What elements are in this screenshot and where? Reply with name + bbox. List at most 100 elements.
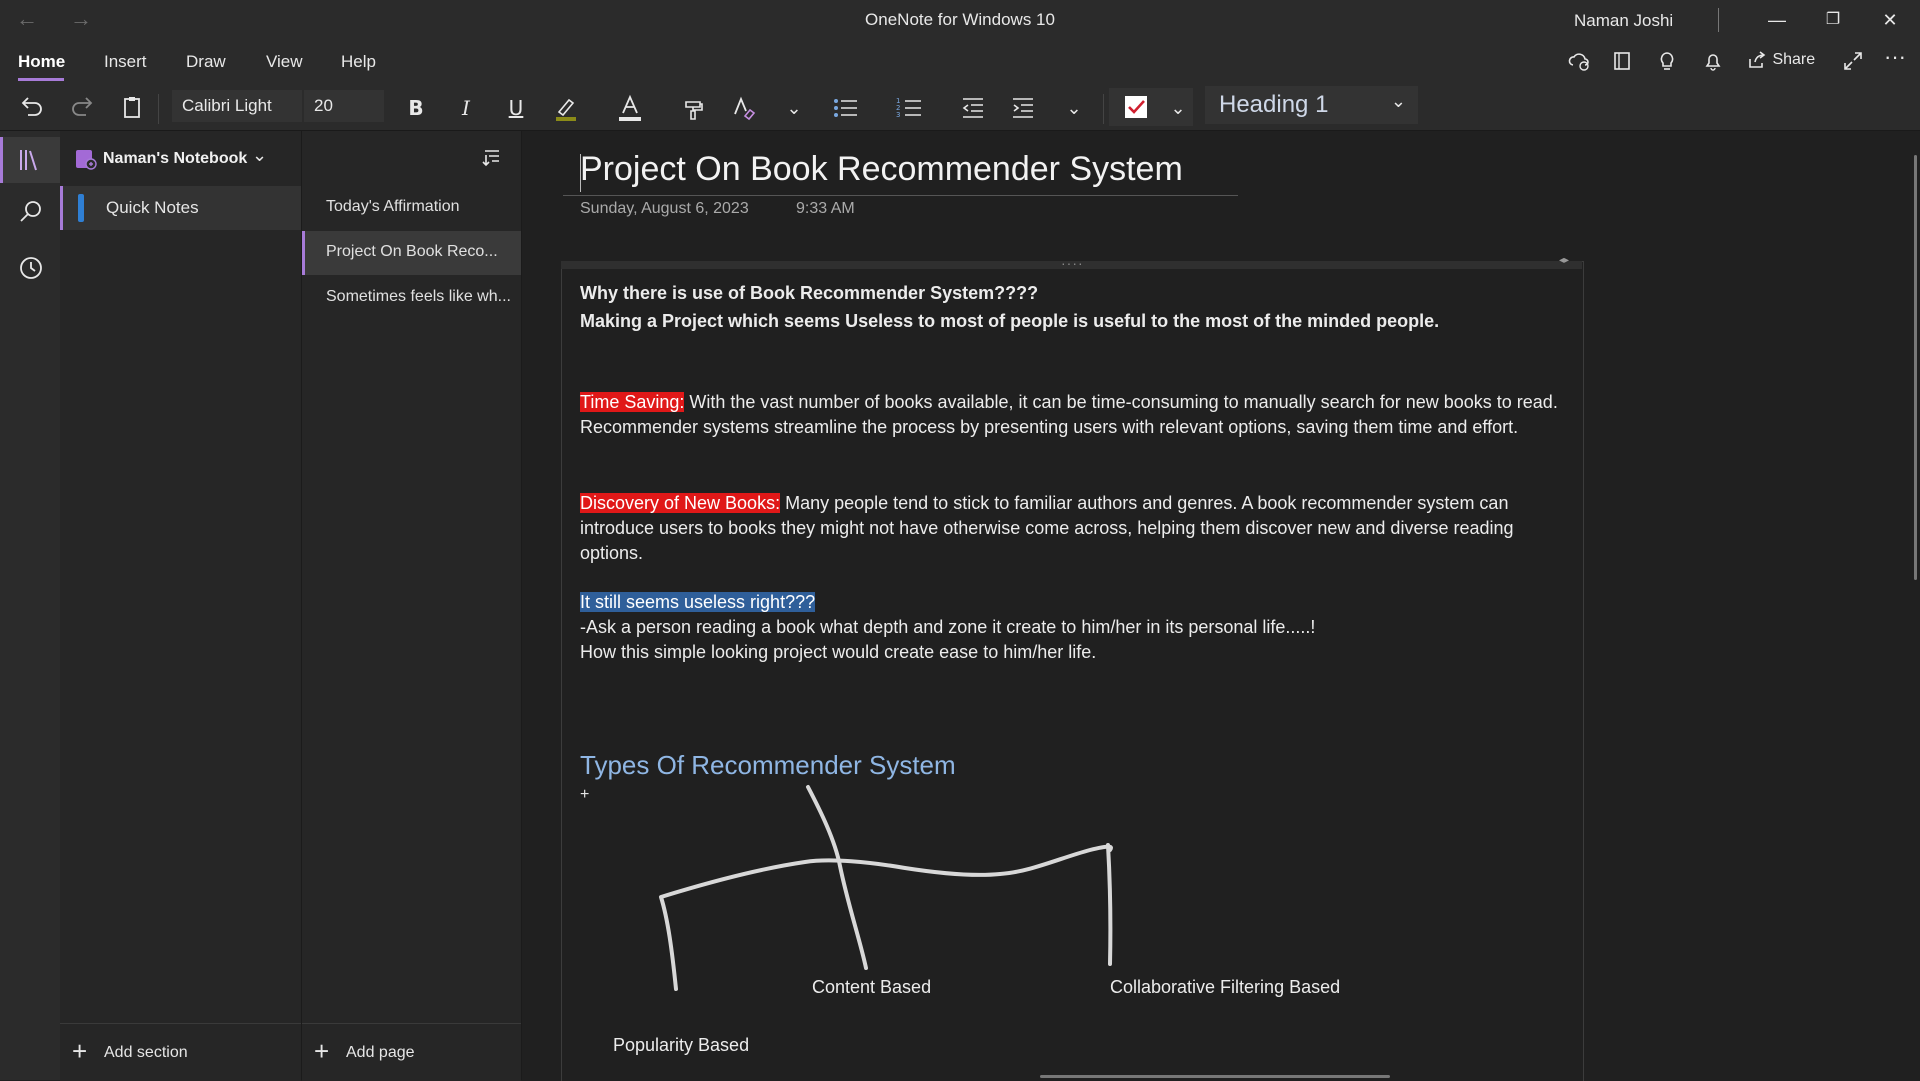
tag-chevron-icon[interactable]: ⌄ — [1160, 92, 1196, 124]
add-section-plus-icon[interactable]: + — [72, 1036, 87, 1067]
add-page-plus-icon[interactable]: + — [314, 1036, 329, 1067]
add-page-button[interactable]: Add page — [346, 1044, 415, 1062]
discovery-label: Discovery of New Books: — [580, 493, 781, 513]
container-drag-handle[interactable]: ···· ◂▸ — [561, 255, 1582, 271]
todo-checkbox-icon[interactable] — [1118, 91, 1154, 123]
lightbulb-icon[interactable] — [1656, 50, 1678, 72]
ask-line[interactable]: -Ask a person reading a book what depth … — [580, 615, 1570, 640]
page-title[interactable]: Project On Book Recommender System — [580, 150, 1183, 189]
italic-button[interactable]: I — [448, 92, 484, 124]
recent-clock-icon[interactable] — [18, 255, 44, 281]
popularity-based-label[interactable]: Popularity Based — [613, 1035, 749, 1056]
page-label: Project On Book Reco... — [326, 243, 498, 260]
notebook-picker[interactable]: Naman's Notebook ⌄ — [60, 131, 521, 185]
add-section-bar: + Add section — [60, 1023, 301, 1081]
title-separator — [1718, 8, 1719, 32]
navigation-rail — [0, 131, 60, 1080]
section-selected-indicator — [60, 186, 63, 230]
decrease-indent-icon[interactable] — [955, 92, 991, 124]
bold-button[interactable]: B — [398, 92, 434, 124]
title-underline — [563, 195, 1238, 196]
section-list — [60, 131, 302, 1080]
share-button[interactable]: Share — [1746, 49, 1815, 71]
page-label: Sometimes feels like wh... — [326, 288, 511, 305]
notebook-chevron-icon[interactable]: ⌄ — [252, 145, 267, 166]
title-bar: ← → OneNote for Windows 10 Naman Joshi —… — [0, 0, 1920, 42]
time-saving-text: With the vast number of books available,… — [580, 392, 1558, 437]
page-label: Today's Affirmation — [326, 198, 460, 215]
tab-view[interactable]: View — [266, 52, 303, 72]
question-highlight-line[interactable]: It still seems useless right??? — [580, 590, 1570, 615]
add-page-bar: + Add page — [302, 1023, 521, 1081]
minimize-icon[interactable]: — — [1749, 0, 1805, 40]
undo-icon[interactable] — [14, 92, 50, 124]
section-color-tab — [78, 194, 84, 222]
page-time: 9:33 AM — [796, 200, 855, 217]
style-picker-value: Heading 1 — [1219, 91, 1329, 118]
page-project-book-recommender[interactable]: Project On Book Reco... — [302, 231, 521, 275]
time-saving-label: Time Saving: — [580, 392, 685, 412]
section-quick-notes[interactable]: Quick Notes — [60, 186, 301, 230]
text-format-chevron-icon[interactable]: ⌄ — [776, 92, 812, 124]
style-picker[interactable]: Heading 1 ⌄ — [1205, 86, 1418, 124]
ease-line[interactable]: How this simple looking project would cr… — [580, 640, 1570, 665]
tab-draw[interactable]: Draw — [186, 52, 226, 72]
types-heading[interactable]: Types Of Recommender System — [580, 750, 956, 781]
fullscreen-icon[interactable] — [1842, 50, 1864, 72]
container-grip-icon[interactable]: ···· — [1061, 255, 1084, 271]
search-icon[interactable] — [18, 199, 44, 225]
svg-text:3: 3 — [896, 111, 900, 119]
notebooks-nav-item[interactable] — [0, 137, 60, 183]
style-chevron-icon[interactable]: ⌄ — [1391, 82, 1406, 120]
insert-plus-mark[interactable]: + — [580, 786, 589, 804]
bullet-list-icon[interactable] — [827, 92, 863, 124]
font-name-field[interactable]: Calibri Light — [172, 90, 302, 122]
tab-insert[interactable]: Insert — [104, 52, 147, 72]
collaborative-filtering-label[interactable]: Collaborative Filtering Based — [1110, 977, 1340, 998]
library-icon[interactable] — [17, 147, 43, 173]
immersive-reader-icon[interactable] — [1612, 50, 1634, 72]
time-saving-paragraph[interactable]: Time Saving: With the vast number of boo… — [580, 390, 1570, 440]
tab-help[interactable]: Help — [341, 52, 376, 72]
font-color-icon[interactable] — [612, 92, 648, 124]
text-cursor — [580, 154, 581, 192]
notebooks-nav-indicator — [0, 137, 3, 183]
section-label: Quick Notes — [106, 198, 199, 217]
page-sometimes-feels[interactable]: Sometimes feels like wh... — [302, 276, 521, 320]
restore-icon[interactable]: ❐ — [1805, 0, 1861, 40]
page-date: Sunday, August 6, 2023 — [580, 200, 749, 217]
share-label: Share — [1772, 51, 1816, 68]
font-size-field[interactable]: 20 — [304, 90, 384, 122]
content-based-label[interactable]: Content Based — [812, 977, 931, 998]
toolbar-separator — [1103, 94, 1104, 124]
user-name[interactable]: Naman Joshi — [1574, 11, 1673, 31]
highlighter-icon[interactable] — [548, 92, 584, 124]
add-section-button[interactable]: Add section — [104, 1044, 188, 1062]
notebook-icon — [74, 147, 98, 171]
clipboard-icon[interactable] — [114, 92, 150, 124]
numbered-list-icon[interactable]: 123 — [891, 92, 927, 124]
sync-status-icon[interactable] — [1568, 50, 1590, 72]
increase-indent-icon[interactable] — [1005, 92, 1041, 124]
format-painter-icon[interactable] — [676, 92, 712, 124]
notebook-name: Naman's Notebook — [103, 150, 248, 167]
underline-button[interactable]: U — [498, 92, 534, 124]
page-todays-affirmation[interactable]: Today's Affirmation — [302, 186, 521, 230]
horizontal-scrollbar[interactable] — [1040, 1075, 1390, 1078]
sort-pages-icon[interactable] — [481, 147, 503, 169]
question-line[interactable]: Why there is use of Book Recommender Sys… — [580, 281, 1570, 306]
toolbar-separator — [158, 94, 159, 124]
clear-formatting-icon[interactable] — [726, 92, 762, 124]
container-resize-icon[interactable]: ◂▸ — [1559, 255, 1569, 266]
discovery-paragraph[interactable]: Discovery of New Books: Many people tend… — [580, 491, 1570, 566]
active-tab-indicator — [18, 78, 64, 81]
vertical-scrollbar[interactable] — [1914, 155, 1917, 580]
redo-icon[interactable] — [64, 92, 100, 124]
close-icon[interactable]: ✕ — [1862, 0, 1918, 40]
tab-home[interactable]: Home — [18, 52, 65, 72]
paragraph-chevron-icon[interactable]: ⌄ — [1056, 92, 1092, 124]
more-options-icon[interactable]: ··· — [1884, 44, 1906, 70]
bell-icon[interactable] — [1702, 50, 1724, 72]
note-container[interactable] — [561, 261, 1584, 1081]
statement-line[interactable]: Making a Project which seems Useless to … — [580, 309, 1570, 334]
